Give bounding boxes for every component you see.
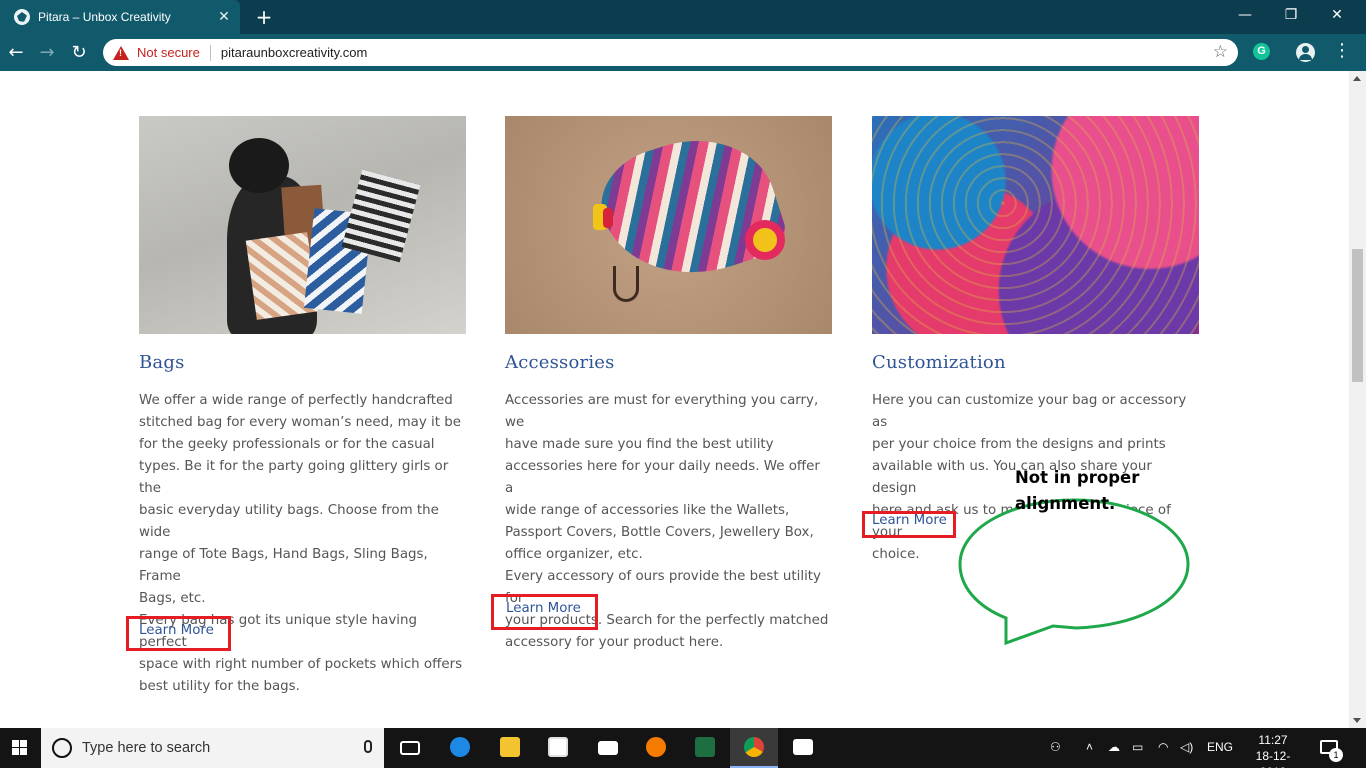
windows-taskbar: Type here to search ⚇ ˄ ☁ ▭ ◠ ◁) ENG 11:… xyxy=(0,728,1366,779)
store-icon[interactable] xyxy=(534,728,582,768)
chrome-icon[interactable] xyxy=(730,728,778,768)
people-icon[interactable]: ⚇ xyxy=(1050,740,1061,754)
annotation-highlight-box xyxy=(126,616,231,651)
url-text[interactable]: pitaraunboxcreativity.com xyxy=(221,45,367,60)
annotation-highlight-box xyxy=(862,511,956,538)
address-bar[interactable]: Not secure pitaraunboxcreativity.com ☆ xyxy=(103,39,1238,66)
globe-icon xyxy=(14,9,30,25)
card-title[interactable]: Accessories xyxy=(505,352,832,373)
card-title[interactable]: Customization xyxy=(872,352,1199,373)
close-tab-icon[interactable]: ✕ xyxy=(216,9,232,25)
back-button[interactable]: ← xyxy=(3,40,29,66)
taskbar-clock[interactable]: 11:27 18-12-2019 xyxy=(1243,732,1303,780)
browser-tab[interactable]: Pitara – Unbox Creativity ✕ xyxy=(0,0,240,34)
battery-icon[interactable]: ▭ xyxy=(1132,740,1143,754)
clock-time: 11:27 xyxy=(1258,733,1288,747)
minimize-button[interactable]: — xyxy=(1222,0,1268,30)
firefox-icon[interactable] xyxy=(632,728,680,768)
scrollbar-thumb[interactable] xyxy=(1352,249,1363,382)
search-placeholder: Type here to search xyxy=(82,740,211,756)
bookmark-star-icon[interactable]: ☆ xyxy=(1213,42,1228,62)
annotation-highlight-box xyxy=(491,594,598,630)
card-title[interactable]: Bags xyxy=(139,352,466,373)
customization-image xyxy=(872,116,1199,334)
clock-date: 18-12-2019 xyxy=(1255,749,1291,779)
task-view-icon[interactable] xyxy=(386,728,434,768)
page-scrollbar[interactable] xyxy=(1349,71,1366,728)
tab-title: Pitara – Unbox Creativity xyxy=(38,10,171,24)
card-accessories: Accessories Accessories are must for eve… xyxy=(505,116,832,654)
scroll-down-arrow-icon[interactable] xyxy=(1353,718,1361,723)
excel-icon[interactable] xyxy=(681,728,729,768)
notification-count-badge: 1 xyxy=(1329,748,1343,762)
browser-tabstrip: Pitara – Unbox Creativity ✕ + — ❐ ✕ xyxy=(0,0,1366,34)
reload-button[interactable]: ↻ xyxy=(66,40,92,66)
show-hidden-icons-chevron-icon[interactable]: ˄ xyxy=(1086,740,1093,754)
close-window-button[interactable]: ✕ xyxy=(1314,0,1360,30)
more-menu-icon[interactable]: ⋮ xyxy=(1333,42,1351,60)
language-indicator[interactable]: ENG xyxy=(1207,740,1233,754)
annotation-text: Not in proper alignment. xyxy=(1015,468,1140,513)
edge-icon[interactable] xyxy=(436,728,484,768)
annotation-speech-bubble xyxy=(958,498,1190,646)
security-label[interactable]: Not secure xyxy=(137,45,200,60)
forward-button[interactable]: → xyxy=(34,40,60,66)
onedrive-icon[interactable]: ☁ xyxy=(1108,740,1120,754)
volume-icon[interactable]: ◁) xyxy=(1180,740,1193,754)
start-button[interactable] xyxy=(0,728,40,768)
microphone-icon[interactable] xyxy=(364,740,372,753)
restore-button[interactable]: ❐ xyxy=(1268,0,1314,30)
card-description: We offer a wide range of perfectly handc… xyxy=(139,393,463,694)
mail-icon[interactable] xyxy=(584,728,632,768)
page-viewport: Bags We offer a wide range of perfectly … xyxy=(0,71,1366,728)
accessories-image xyxy=(505,116,832,334)
wifi-icon[interactable]: ◠ xyxy=(1158,740,1168,754)
grammarly-extension-icon[interactable]: G xyxy=(1253,43,1270,60)
warning-icon xyxy=(113,45,129,60)
file-explorer-icon[interactable] xyxy=(486,728,534,768)
new-tab-button[interactable]: + xyxy=(252,5,276,29)
browser-toolbar: ← → ↻ Not secure pitaraunboxcreativity.c… xyxy=(0,34,1366,71)
scroll-up-arrow-icon[interactable] xyxy=(1353,76,1361,81)
taskbar-search-box[interactable]: Type here to search xyxy=(41,728,384,768)
profile-icon[interactable] xyxy=(1296,43,1315,62)
bags-image xyxy=(139,116,466,334)
divider xyxy=(209,44,211,61)
photos-icon[interactable] xyxy=(779,728,827,768)
cortana-icon xyxy=(52,738,72,758)
card-bags: Bags We offer a wide range of perfectly … xyxy=(139,116,466,698)
